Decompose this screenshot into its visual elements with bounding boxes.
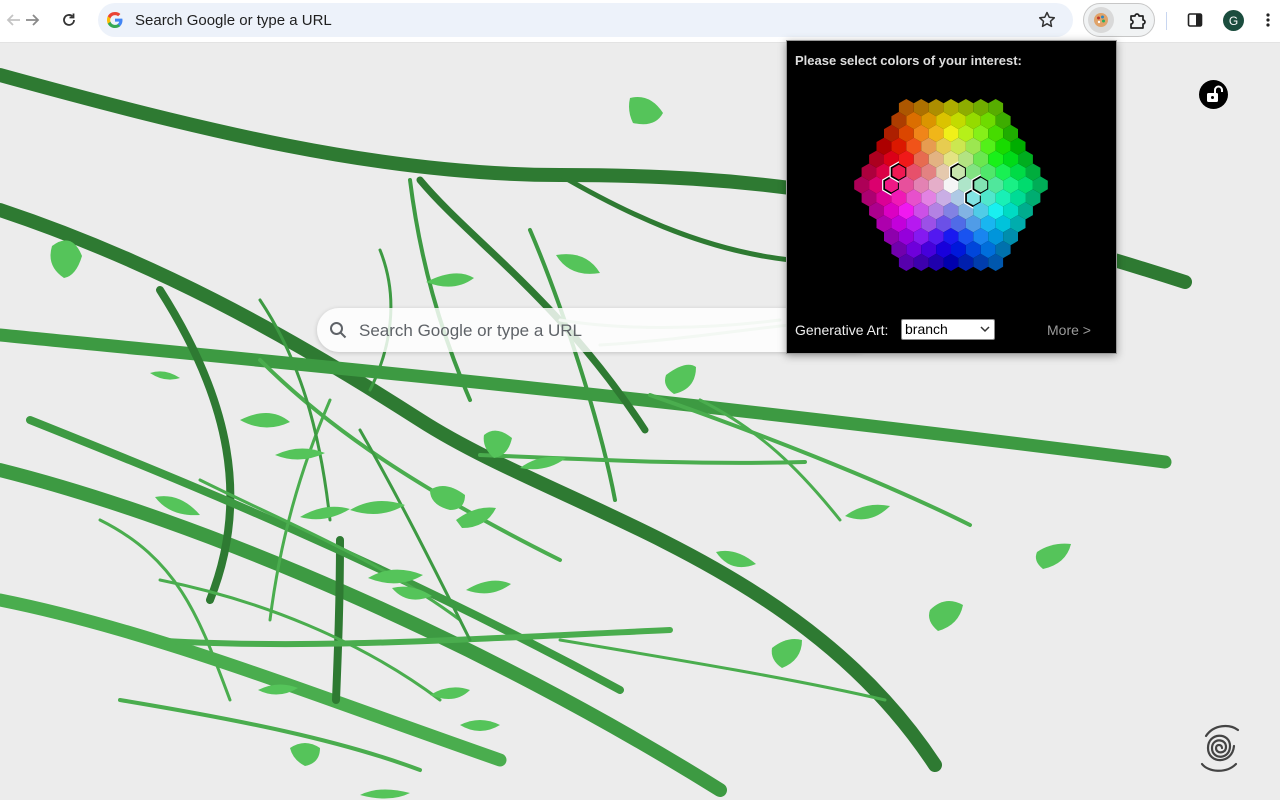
popup-footer: Generative Art: branch More > bbox=[787, 309, 1116, 353]
color-picker-popup: Please select colors of your interest: G… bbox=[786, 40, 1117, 354]
omnibox-text: Search Google or type a URL bbox=[135, 12, 332, 29]
generative-art-value: branch bbox=[905, 321, 948, 337]
chevron-down-icon bbox=[980, 326, 990, 333]
search-icon bbox=[330, 322, 347, 339]
reload-icon bbox=[63, 13, 75, 26]
google-g-icon bbox=[107, 12, 123, 28]
forward-button[interactable] bbox=[18, 6, 46, 34]
browser-menu-button[interactable] bbox=[1256, 6, 1280, 34]
omnibox[interactable]: Search Google or type a URL bbox=[98, 3, 1073, 37]
side-panel-icon bbox=[1187, 13, 1203, 27]
color-hexagon-grid[interactable] bbox=[787, 71, 1116, 311]
spiral-icon bbox=[1200, 724, 1240, 772]
extensions-button[interactable] bbox=[1124, 8, 1150, 34]
popup-title: Please select colors of your interest: bbox=[795, 53, 1022, 68]
spiral-button[interactable] bbox=[1188, 716, 1252, 780]
arrow-right-icon bbox=[26, 14, 40, 26]
unlock-button[interactable] bbox=[1199, 80, 1228, 109]
extension-group bbox=[1083, 3, 1155, 37]
palette-extension-icon bbox=[1094, 13, 1108, 27]
browser-toolbar: Search Google or type a URL G bbox=[0, 0, 1280, 43]
toolbar-divider bbox=[1166, 12, 1167, 30]
unlock-icon bbox=[1207, 85, 1223, 102]
generative-art-select[interactable]: branch bbox=[901, 319, 995, 340]
puzzle-icon bbox=[1130, 13, 1146, 29]
side-panel-button[interactable] bbox=[1181, 6, 1209, 34]
kebab-menu-icon bbox=[1266, 13, 1270, 27]
palette-extension-button[interactable] bbox=[1088, 7, 1114, 33]
reload-button[interactable] bbox=[55, 6, 83, 34]
more-link[interactable]: More > bbox=[1047, 322, 1091, 338]
generative-art-label: Generative Art: bbox=[795, 322, 889, 338]
search-placeholder: Search Google or type a URL bbox=[359, 321, 583, 340]
profile-avatar[interactable]: G bbox=[1223, 10, 1244, 31]
star-icon[interactable] bbox=[1038, 11, 1056, 29]
